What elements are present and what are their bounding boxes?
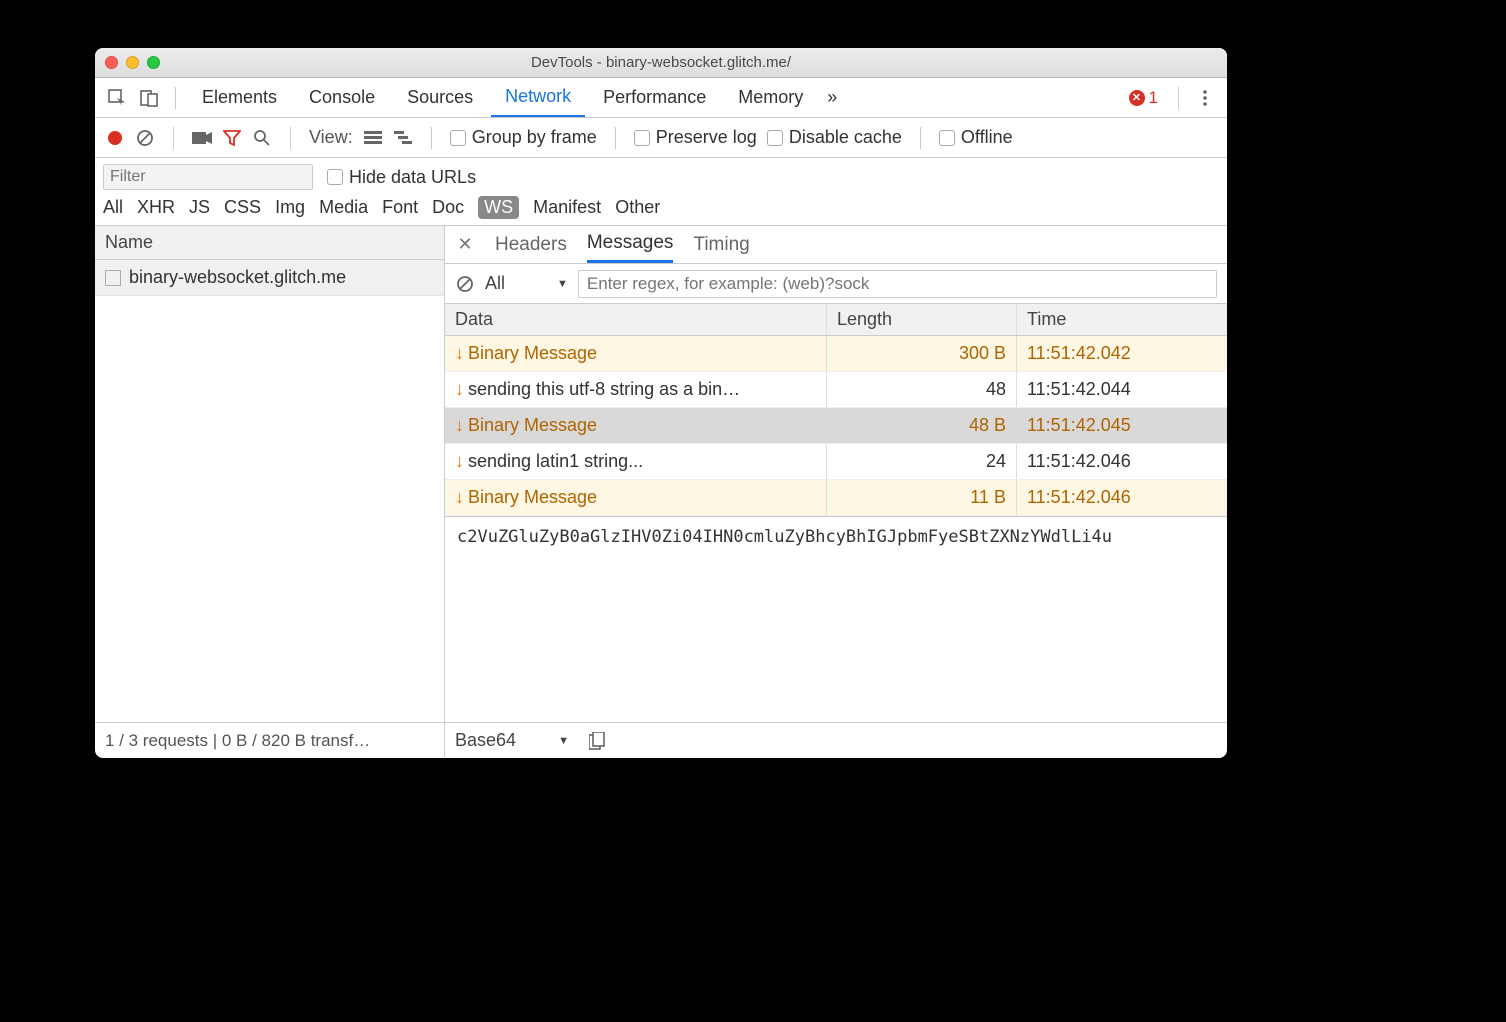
request-list-pane: Name binary-websocket.glitch.me (95, 226, 445, 722)
regex-input[interactable] (578, 270, 1217, 298)
error-count: 1 (1149, 88, 1158, 108)
name-column-header[interactable]: Name (95, 226, 444, 260)
tabs-overflow-button[interactable]: » (821, 78, 843, 117)
messages-toolbar: All ▼ (445, 264, 1227, 304)
hide-data-urls-checkbox[interactable]: Hide data URLs (327, 167, 476, 188)
filter-media[interactable]: Media (319, 197, 368, 218)
arrow-down-icon: ↓ (455, 343, 464, 364)
close-window-button[interactable] (105, 56, 118, 69)
separator (431, 127, 432, 149)
window-title: DevTools - binary-websocket.glitch.me/ (95, 54, 1227, 71)
search-icon[interactable] (252, 128, 272, 148)
detail-tabbar: ✕ Headers Messages Timing (445, 226, 1227, 264)
group-by-frame-checkbox[interactable]: Group by frame (450, 127, 597, 148)
filter-xhr[interactable]: XHR (137, 197, 175, 218)
error-count-badge[interactable]: ✕ 1 (1121, 88, 1166, 108)
separator (173, 127, 174, 149)
status-bar: 1 / 3 requests | 0 B / 820 B transf… Bas… (95, 722, 1227, 758)
camera-icon[interactable] (192, 128, 212, 148)
clear-messages-icon[interactable] (455, 274, 475, 294)
device-toolbar-icon[interactable] (135, 84, 163, 112)
subtab-messages[interactable]: Messages (587, 226, 674, 263)
arrow-down-icon: ↓ (455, 379, 464, 400)
devtools-window: DevTools - binary-websocket.glitch.me/ E… (95, 48, 1227, 758)
filter-ws[interactable]: WS (478, 196, 519, 219)
separator (920, 127, 921, 149)
col-time[interactable]: Time (1017, 304, 1227, 335)
clear-icon[interactable] (135, 128, 155, 148)
filter-css[interactable]: CSS (224, 197, 261, 218)
request-name: binary-websocket.glitch.me (129, 267, 346, 288)
record-button[interactable] (105, 128, 125, 148)
filter-font[interactable]: Font (382, 197, 418, 218)
filter-other[interactable]: Other (615, 197, 660, 218)
close-detail-icon[interactable]: ✕ (455, 234, 475, 255)
request-detail-pane: ✕ Headers Messages Timing All ▼ Data (445, 226, 1227, 722)
zoom-window-button[interactable] (147, 56, 160, 69)
message-row[interactable]: ↓Binary Message 300 B 11:51:42.042 (445, 336, 1227, 372)
filter-all[interactable]: All (103, 197, 123, 218)
filter-bar: Hide data URLs All XHR JS CSS Img Media … (95, 158, 1227, 226)
separator (615, 127, 616, 149)
separator (1178, 87, 1179, 109)
messages-table-header: Data Length Time (445, 304, 1227, 336)
arrow-down-icon: ↓ (455, 451, 464, 472)
kebab-menu-icon[interactable] (1191, 84, 1219, 112)
content-split: Name binary-websocket.glitch.me ✕ Header… (95, 226, 1227, 722)
view-label: View: (309, 127, 353, 148)
col-length[interactable]: Length (827, 304, 1017, 335)
main-tabstrip: Elements Console Sources Network Perform… (95, 78, 1227, 118)
waterfall-icon[interactable] (393, 128, 413, 148)
copy-icon[interactable] (587, 731, 607, 751)
message-row[interactable]: ↓Binary Message 11 B 11:51:42.046 (445, 480, 1227, 516)
subtab-headers[interactable]: Headers (495, 226, 567, 263)
filter-img[interactable]: Img (275, 197, 305, 218)
disable-cache-checkbox[interactable]: Disable cache (767, 127, 902, 148)
type-filters: All XHR JS CSS Img Media Font Doc WS Man… (103, 196, 1219, 219)
messages-table: Data Length Time ↓Binary Message 300 B 1… (445, 304, 1227, 516)
titlebar: DevTools - binary-websocket.glitch.me/ (95, 48, 1227, 78)
filter-js[interactable]: JS (189, 197, 210, 218)
preserve-log-checkbox[interactable]: Preserve log (634, 127, 757, 148)
message-payload[interactable]: c2VuZGluZyB0aGlzIHV0Zi04IHN0cmluZyBhcyBh… (445, 516, 1227, 722)
filter-input[interactable] (103, 164, 313, 190)
requests-summary: 1 / 3 requests | 0 B / 820 B transf… (95, 723, 445, 758)
arrow-down-icon: ↓ (455, 487, 464, 508)
message-row[interactable]: ↓sending this utf-8 string as a bin… 48 … (445, 372, 1227, 408)
tab-elements[interactable]: Elements (188, 78, 291, 117)
tab-console[interactable]: Console (295, 78, 389, 117)
window-controls (105, 56, 160, 69)
large-rows-icon[interactable] (363, 128, 383, 148)
separator (175, 87, 176, 109)
separator (290, 127, 291, 149)
filter-icon[interactable] (222, 128, 242, 148)
arrow-down-icon: ↓ (455, 415, 464, 436)
request-row[interactable]: binary-websocket.glitch.me (95, 260, 444, 296)
inspect-element-icon[interactable] (103, 84, 131, 112)
minimize-window-button[interactable] (126, 56, 139, 69)
tab-network[interactable]: Network (491, 78, 585, 117)
tab-performance[interactable]: Performance (589, 78, 720, 117)
error-icon: ✕ (1129, 90, 1145, 106)
offline-checkbox[interactable]: Offline (939, 127, 1013, 148)
message-row[interactable]: ↓Binary Message 48 B 11:51:42.045 (445, 408, 1227, 444)
tab-sources[interactable]: Sources (393, 78, 487, 117)
message-row[interactable]: ↓sending latin1 string... 24 11:51:42.04… (445, 444, 1227, 480)
chevron-down-icon: ▼ (558, 735, 569, 747)
tab-memory[interactable]: Memory (724, 78, 817, 117)
col-data[interactable]: Data (445, 304, 827, 335)
message-type-dropdown[interactable]: All ▼ (485, 273, 568, 294)
chevron-down-icon: ▼ (557, 278, 568, 290)
filter-doc[interactable]: Doc (432, 197, 464, 218)
request-icon (105, 270, 121, 286)
network-toolbar: View: Group by frame Preserve log Disabl… (95, 118, 1227, 158)
subtab-timing[interactable]: Timing (693, 226, 749, 263)
encoding-dropdown[interactable]: Base64 ▼ (455, 730, 569, 751)
filter-manifest[interactable]: Manifest (533, 197, 601, 218)
